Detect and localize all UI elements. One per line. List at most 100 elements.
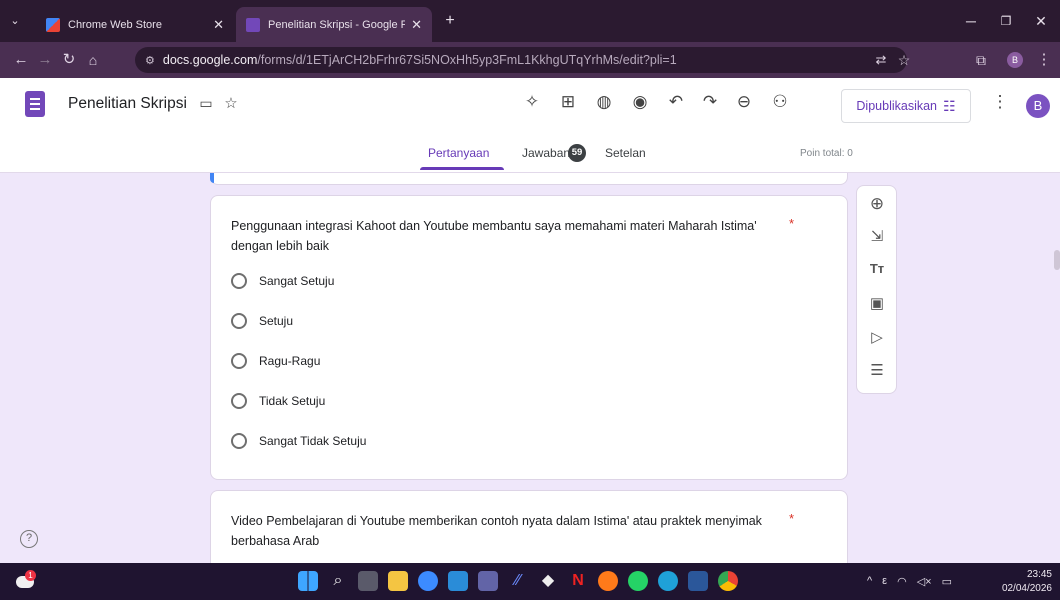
close-tab-icon[interactable]: ✕ (411, 17, 422, 33)
app-icon[interactable]: ∕∕ (508, 571, 528, 591)
radio-button[interactable] (231, 313, 247, 329)
address-bar[interactable]: ⚙ docs.google.com/forms/d/1ETjArCH2bFrhr… (135, 47, 907, 73)
translate-icon[interactable]: ⇄ (870, 49, 892, 71)
radio-button[interactable] (231, 433, 247, 449)
file-explorer-icon[interactable] (388, 571, 408, 591)
add-ons-icon[interactable]: ✧ (520, 92, 544, 112)
question-text: Penggunaan integrasi Kahoot dan Youtube … (231, 219, 757, 253)
chrome-web-store-favicon-icon (46, 17, 60, 32)
plus-icon[interactable]: + (434, 6, 466, 36)
help-icon[interactable]: ? (20, 530, 38, 548)
firefox-icon[interactable] (598, 571, 618, 591)
option-sangat-setuju[interactable]: Sangat Setuju (231, 273, 334, 289)
published-label: Dipublikasikan (856, 99, 938, 113)
google-forms-logo-icon[interactable] (25, 91, 45, 117)
volume-muted-icon[interactable]: ◁× (917, 575, 932, 588)
browser-tab-chrome-web-store[interactable]: Chrome Web Store ✕ (36, 7, 234, 42)
account-avatar[interactable]: B (1026, 94, 1050, 118)
clock[interactable]: 23:45 02/04/2026 (1002, 568, 1052, 596)
required-mark: * (789, 216, 795, 231)
more-options-icon[interactable]: ⋮ (988, 92, 1012, 112)
input-language[interactable]: ε (882, 575, 887, 588)
extensions-icon[interactable]: ⧉ (970, 49, 992, 71)
teams-icon[interactable] (478, 571, 498, 591)
close-window-icon[interactable]: ✕ (1025, 6, 1057, 36)
responses-count-badge: 59 (568, 144, 586, 162)
question-card[interactable]: Video Pembelajaran di Youtube memberikan… (210, 490, 848, 570)
tab-search-chevron-icon[interactable]: ⌄ (2, 6, 28, 36)
add-section-icon[interactable]: ☰ (865, 361, 889, 379)
edge-icon[interactable] (658, 571, 678, 591)
minimize-icon[interactable]: ─ (955, 6, 987, 36)
option-ragu-ragu[interactable]: Ragu-Ragu (231, 353, 320, 369)
option-setuju[interactable]: Setuju (231, 313, 293, 329)
scrollbar-handle[interactable] (1054, 250, 1060, 270)
back-arrow-icon[interactable]: ← (10, 49, 32, 71)
move-to-folder-icon[interactable]: ▭ (194, 95, 218, 112)
add-question-icon[interactable]: ⊕ (865, 194, 889, 214)
tab-questions[interactable]: Pertanyaan (428, 146, 489, 160)
add-video-icon[interactable]: ▷ (865, 328, 889, 346)
chrome-icon[interactable] (718, 571, 738, 591)
redo-icon[interactable]: ↷ (698, 92, 722, 112)
close-tab-icon[interactable]: ✕ (213, 17, 224, 33)
system-tray[interactable]: ^ ε ◠ ◁× ▭ (867, 575, 952, 588)
search-icon[interactable]: ⌕ (328, 571, 348, 591)
palette-icon[interactable]: ◍ (592, 92, 616, 112)
copilot-icon[interactable] (418, 571, 438, 591)
previous-question-card[interactable] (210, 173, 848, 185)
published-button[interactable]: Dipublikasikan ☷ (841, 89, 971, 123)
question-card[interactable]: Penggunaan integrasi Kahoot dan Youtube … (210, 195, 848, 480)
netflix-icon[interactable]: N (568, 571, 588, 591)
photos-icon[interactable] (448, 571, 468, 591)
word-icon[interactable] (688, 571, 708, 591)
bookmark-star-icon[interactable]: ☆ (893, 49, 915, 71)
google-forms-favicon-icon (246, 17, 260, 32)
option-tidak-setuju[interactable]: Tidak Setuju (231, 393, 325, 409)
option-sangat-tidak-setuju[interactable]: Sangat Tidak Setuju (231, 433, 366, 449)
browser-menu-icon[interactable]: ⋮ (1033, 49, 1055, 71)
tab-settings[interactable]: Setelan (605, 146, 646, 160)
url-host: docs.google.com (162, 53, 258, 67)
windows-start-icon[interactable] (298, 571, 318, 591)
form-presenter-icon[interactable]: ⊞ (556, 92, 580, 112)
add-image-icon[interactable]: ▣ (865, 294, 889, 312)
form-title[interactable]: Penelitian Skripsi (68, 95, 187, 113)
home-icon[interactable]: ⌂ (82, 49, 104, 71)
radio-button[interactable] (231, 393, 247, 409)
undo-icon[interactable]: ↶ (664, 92, 688, 112)
battery-icon[interactable]: ▭ (942, 575, 952, 588)
tab-title: Penelitian Skripsi - Google Form (268, 18, 406, 31)
selected-card-indicator (210, 173, 214, 183)
forward-arrow-icon[interactable]: → (34, 49, 56, 71)
chevron-up-icon[interactable]: ^ (867, 575, 872, 588)
tab-title: Chrome Web Store (68, 18, 162, 31)
total-points: Poin total: 0 (800, 148, 853, 159)
task-view-icon[interactable] (358, 571, 378, 591)
reload-icon[interactable]: ↻ (58, 49, 80, 71)
radio-button[interactable] (231, 273, 247, 289)
weather-badge: 1 (25, 570, 36, 581)
preview-eye-icon[interactable]: ◉ (628, 92, 652, 112)
radio-button[interactable] (231, 353, 247, 369)
browser-tab-google-form[interactable]: Penelitian Skripsi - Google Form ✕ (236, 7, 432, 42)
wifi-icon[interactable]: ◠ (897, 575, 907, 588)
clock-time: 23:45 (1026, 569, 1052, 580)
restore-icon[interactable]: ❐ (990, 6, 1022, 36)
option-label: Tidak Setuju (259, 394, 326, 408)
required-mark: * (789, 511, 795, 526)
add-title-icon[interactable]: Tт (865, 261, 889, 276)
weather-icon[interactable]: 1 (14, 570, 36, 592)
active-tab-indicator (420, 167, 504, 170)
capcut-icon[interactable]: ◆ (538, 571, 558, 591)
add-collaborator-icon[interactable]: ⚇ (768, 92, 792, 112)
tab-responses[interactable]: Jawaban (522, 146, 570, 160)
star-icon[interactable]: ☆ (219, 94, 243, 112)
taskbar: 1 ⌕ ∕∕ ◆ N ^ ε ◠ ◁× ▭ 23:45 02/04/2026 (0, 563, 1060, 600)
link-icon[interactable]: ⊖ (732, 92, 756, 112)
profile-avatar[interactable]: B (1007, 52, 1023, 68)
site-info-icon[interactable]: ⚙ (145, 54, 155, 67)
whatsapp-icon[interactable] (628, 571, 648, 591)
question-text: Video Pembelajaran di Youtube memberikan… (231, 514, 762, 548)
import-questions-icon[interactable]: ⇲ (865, 227, 889, 245)
